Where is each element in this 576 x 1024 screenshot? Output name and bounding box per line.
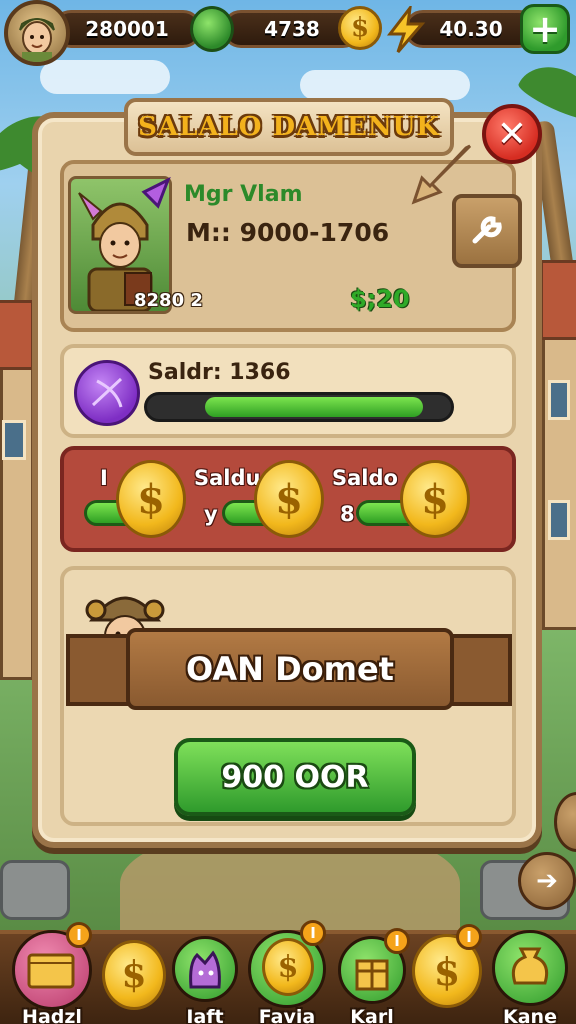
cloud [300,70,470,100]
coin-icon: $ [254,460,324,538]
coin-symbol: $ [277,949,299,985]
add-currency-button[interactable]: + [520,4,570,54]
panel-title: SALALO DAMENUK [124,98,454,156]
player-name: Mgr Vlam [184,182,303,207]
rock [0,860,70,920]
notification-badge: I [66,922,92,948]
player-avatar[interactable] [4,0,70,66]
nav-item-book[interactable]: I Hadzl [8,922,96,1024]
saldo-label: Saldr: 1366 [148,360,291,385]
primary-amount: 280001 [85,17,169,41]
close-icon: ✕ [496,113,528,155]
notification-badge: I [384,928,410,954]
saldo-progress-bar [144,392,454,422]
nav-label: Kane [503,1006,557,1024]
house-left [0,360,34,680]
nav-item-kane[interactable]: Kane [488,924,572,1024]
creature-icon [172,936,238,1002]
balance-sub: y [204,502,218,526]
window [2,420,26,460]
nav-item-favia[interactable]: $ I Favia [244,920,330,1024]
roof-left [0,300,34,370]
balance-label: Saldo [332,466,398,490]
purple-orb-icon [74,360,140,426]
wrench-icon [472,216,502,244]
arrow-icon: ➔ [536,866,558,896]
cloud [40,60,170,94]
primary-counter: 280001 [52,10,202,48]
bolt-icon [384,2,428,54]
house-right [542,330,576,630]
avatar-face-icon [19,18,55,62]
nav-label: Karl [350,1006,394,1024]
coin-symbol: $ [137,475,165,523]
window [548,380,570,420]
nav-label: Iaft [186,1006,224,1024]
coin-icon: $ [102,940,166,1010]
nav-item-coin-shop[interactable]: $ I [410,924,486,1020]
coin-icon: $ [338,6,382,50]
player-cash: $;20 [350,285,410,313]
balance-label: Saldu [194,466,261,490]
close-button[interactable]: ✕ [482,104,542,164]
roof-right [540,260,576,340]
coin-symbol: $ [275,475,303,523]
claim-button[interactable]: 900 OOR [174,738,416,816]
top-hud: 280001 4738 $ 40.30 + [0,0,576,66]
notification-badge: I [456,924,482,950]
window [548,500,570,540]
next-arrow-button[interactable]: ➔ [518,852,576,910]
nav-item-coins[interactable]: $ [100,930,170,1020]
money-bag-icon [492,930,568,1006]
balance-prefix: I [100,466,108,490]
player-id: M:: 9000-1706 [186,218,390,247]
edit-profile-button[interactable] [452,194,522,268]
coin-symbol: $ [421,475,449,523]
portrait-number: 8280 2 [134,290,203,311]
purple-gem-icon [141,176,171,209]
coin-icon: $ [262,938,314,996]
nav-item-karl[interactable]: I Karl [336,928,410,1024]
nav-item-creature[interactable]: Iaft [170,930,240,1024]
notification-badge: I [300,920,326,946]
saldo-progress-fill [205,397,423,417]
coin-symbol: $ [121,954,147,996]
nav-label: Hadzl [22,1006,82,1024]
reward-banner: OAN Domet [126,628,454,710]
coin-symbol: $ [433,948,461,994]
coin-symbol: $ [350,13,370,43]
balance-sub: 8 [340,502,355,526]
nav-label: Favia [258,1006,316,1024]
coin-icon: $ [400,460,470,538]
coin-icon: $ [116,460,186,538]
gem-icon [190,6,234,52]
plus-icon: + [529,7,561,51]
